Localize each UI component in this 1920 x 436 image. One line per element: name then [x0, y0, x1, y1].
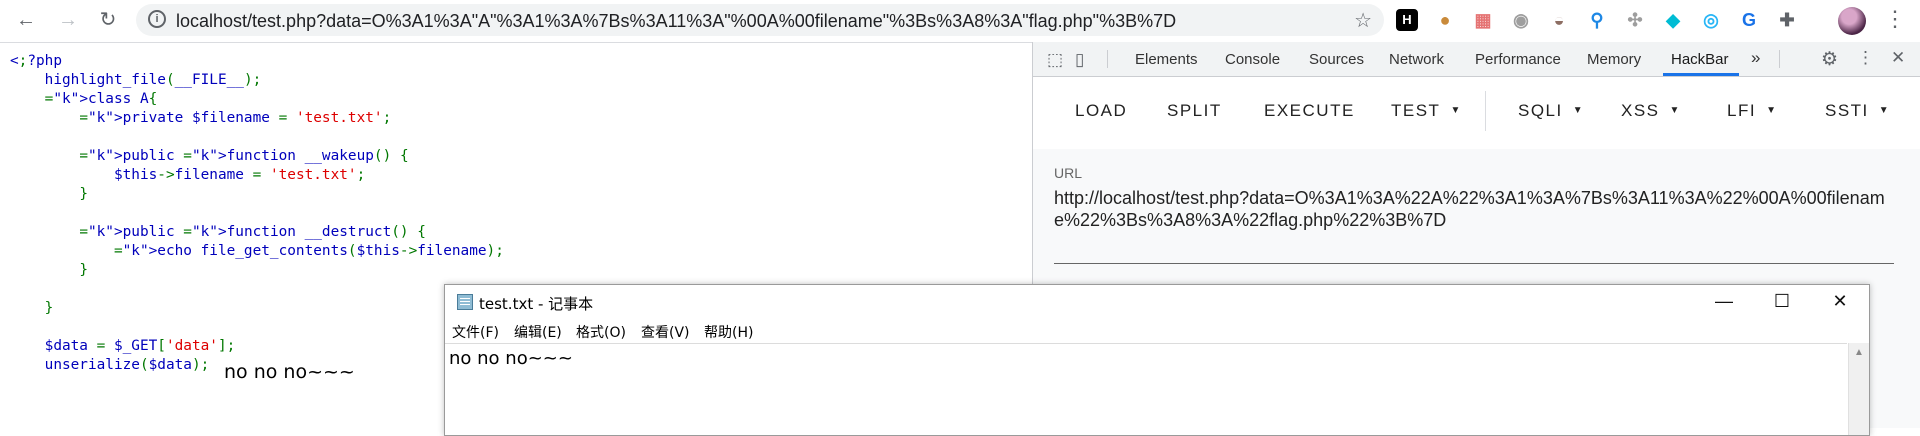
url-textarea[interactable]: http://localhost/test.php?data=O%3A1%3A%…	[1054, 187, 1904, 231]
notepad-title-bar[interactable]: test.txt - 记事本 — ☐ ✕	[445, 285, 1869, 319]
load-button[interactable]: LOAD	[1075, 101, 1127, 121]
network-extension-icon[interactable]: ✣	[1624, 9, 1646, 31]
execute-button[interactable]: EXECUTE	[1264, 101, 1355, 121]
xss-label: XSS	[1621, 101, 1660, 120]
settings-gear-icon[interactable]: ⚙	[1821, 48, 1838, 71]
toolbar-divider	[1107, 50, 1108, 68]
code-line: }	[44, 300, 54, 316]
devtools-menu-icon[interactable]: ⋮	[1857, 48, 1874, 68]
scroll-up-icon[interactable]: ▲	[1854, 347, 1864, 358]
active-tab-indicator	[1663, 73, 1739, 76]
tab-hackbar[interactable]: HackBar	[1671, 51, 1729, 68]
code-line: $this->filename = 'test.txt';	[10, 167, 366, 183]
browser-menu-icon[interactable]: ⋮	[1884, 8, 1906, 30]
notepad-menu-bar: 文件(F) 编辑(E) 格式(O) 查看(V) 帮助(H)	[445, 319, 1869, 343]
notepad-title: test.txt - 记事本	[479, 295, 594, 313]
tab-performance[interactable]: Performance	[1475, 51, 1561, 68]
code-line: ="k">public ="k">function __destruct() {	[79, 224, 426, 240]
puzzle-extensions-icon[interactable]: ✚	[1776, 9, 1798, 31]
notepad-window: test.txt - 记事本 — ☐ ✕ 文件(F) 编辑(E) 格式(O) 查…	[444, 284, 1870, 436]
circle-extension-icon[interactable]: ◉	[1510, 9, 1532, 31]
caret-down-icon: ▼	[1878, 105, 1891, 116]
code-line: ="k">public ="k">function __wakeup() {	[79, 148, 409, 164]
browser-toolbar: ← → ↻ i localhost/test.php?data=O%3A1%3A…	[0, 0, 1920, 43]
grid-extension-icon[interactable]: ▦	[1472, 9, 1494, 31]
echo-output: no no no~~~	[224, 361, 355, 383]
eye-extension-icon[interactable]: ◎	[1700, 9, 1722, 31]
tab-sources[interactable]: Sources	[1309, 51, 1364, 68]
ssti-label: SSTI	[1825, 101, 1869, 120]
hat-extension-icon[interactable]: ◒	[1548, 9, 1570, 31]
menu-view[interactable]: 查看(V)	[641, 322, 690, 342]
code-line: ="k">class A{	[44, 91, 158, 107]
code-line: ="k">echo file_get_contents($this->filen…	[113, 243, 504, 259]
menu-file[interactable]: 文件(F)	[452, 322, 499, 342]
devtools-tab-bar: ⬚ ▯ Elements Console Sources Network Per…	[1033, 42, 1920, 77]
url-field-label: URL	[1054, 165, 1083, 181]
pin-extension-icon[interactable]: ⚲	[1586, 9, 1608, 31]
hackbar-h-icon[interactable]: H	[1396, 9, 1418, 31]
notepad-app-icon	[457, 294, 473, 310]
device-toggle-icon[interactable]: ▯	[1075, 50, 1084, 70]
close-devtools-icon[interactable]: ✕	[1891, 48, 1905, 68]
profile-avatar[interactable]	[1838, 7, 1866, 35]
caret-down-icon: ▼	[1572, 105, 1585, 116]
menu-help[interactable]: 帮助(H)	[704, 322, 753, 342]
caret-down-icon: ▼	[1669, 105, 1681, 116]
menu-format[interactable]: 格式(O)	[576, 322, 626, 342]
tab-elements[interactable]: Elements	[1135, 51, 1198, 68]
notepad-text-area[interactable]: no no no~~~	[445, 343, 1847, 436]
sqli-dropdown[interactable]: SQLI ▼	[1518, 101, 1584, 121]
code-line: ="k">private $filename = 'test.txt';	[79, 110, 392, 126]
tab-network[interactable]: Network	[1389, 51, 1444, 68]
lfi-dropdown[interactable]: LFI ▼	[1727, 101, 1777, 121]
sqli-label: SQLI	[1518, 101, 1563, 120]
code-line: highlight_file(__FILE__);	[10, 72, 262, 88]
translate-extension-icon[interactable]: G	[1738, 9, 1760, 31]
inspect-element-icon[interactable]: ⬚	[1047, 50, 1063, 70]
php-source-code: <;?php highlight_file(__FILE__); ="k">cl…	[10, 52, 504, 375]
hackbar-toolbar: LOAD SPLIT EXECUTE TEST ▼ SQLI ▼ XSS ▼ LFI ▼…	[1033, 77, 1920, 149]
xss-dropdown[interactable]: XSS ▼	[1621, 101, 1681, 121]
code-line: $data = $_GET['data'];	[10, 338, 236, 354]
cube-extension-icon[interactable]: ◆	[1662, 9, 1684, 31]
test-dropdown[interactable]: TEST ▼	[1391, 101, 1462, 121]
tab-console[interactable]: Console	[1225, 51, 1280, 68]
back-arrow-icon[interactable]: ←	[10, 6, 42, 34]
lfi-label: LFI	[1727, 101, 1757, 120]
forward-arrow-icon[interactable]: →	[52, 6, 84, 34]
code-line: <;?php	[10, 53, 62, 69]
vertical-scrollbar[interactable]: ▲	[1848, 343, 1869, 435]
notepad-content: no no no~~~	[449, 348, 573, 369]
code-line: }	[79, 186, 88, 202]
close-icon[interactable]: ✕	[1811, 285, 1869, 319]
menu-edit[interactable]: 编辑(E)	[514, 322, 562, 342]
code-line: }	[79, 262, 88, 278]
ssti-dropdown[interactable]: SSTI ▼	[1825, 101, 1890, 121]
caret-down-icon: ▼	[1450, 105, 1462, 116]
address-bar[interactable]: i localhost/test.php?data=O%3A1%3A"A"%3A…	[136, 4, 1384, 36]
minimize-icon[interactable]: —	[1695, 285, 1753, 319]
caret-down-icon: ▼	[1766, 105, 1778, 116]
test-label: TEST	[1391, 101, 1441, 120]
tab-memory[interactable]: Memory	[1587, 51, 1641, 68]
toolbar-divider	[1779, 50, 1780, 68]
url-field-underline	[1054, 263, 1894, 264]
split-button[interactable]: SPLIT	[1167, 101, 1222, 121]
address-url[interactable]: localhost/test.php?data=O%3A1%3A"A"%3A1%…	[176, 11, 1176, 32]
maximize-icon[interactable]: ☐	[1753, 285, 1811, 319]
reload-icon[interactable]: ↻	[92, 6, 124, 34]
toolbar-divider	[1485, 91, 1486, 131]
cookie-icon[interactable]: ●	[1434, 9, 1456, 31]
site-info-icon[interactable]: i	[148, 10, 166, 28]
more-tabs-icon[interactable]: »	[1751, 48, 1760, 68]
bookmark-star-icon[interactable]: ☆	[1354, 8, 1372, 33]
